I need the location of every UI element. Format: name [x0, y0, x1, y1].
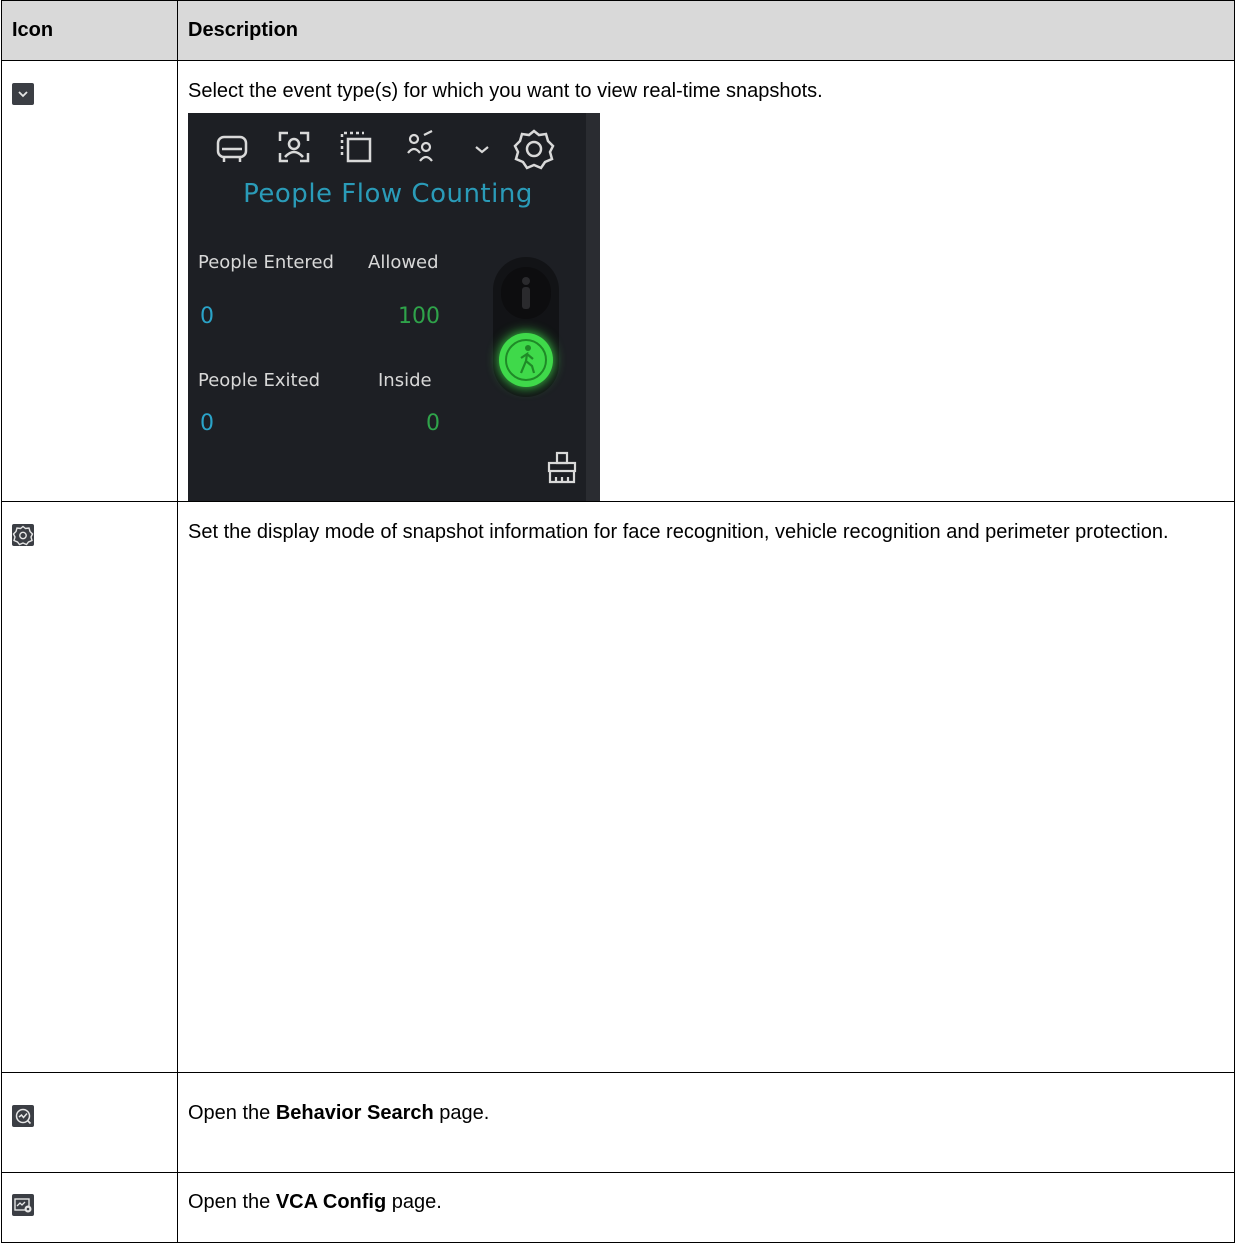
people-counting-icon[interactable]	[400, 127, 440, 167]
snapshot-toolbar	[212, 127, 572, 173]
behavior-search-link-text: Behavior Search	[275, 1102, 434, 1124]
allowed-label: Allowed	[368, 252, 439, 273]
table-header-row: Icon Description	[1, 0, 1235, 61]
description-cell: Open the Behavior Search page.	[177, 1072, 1235, 1173]
table-row: Select the event type(s) for which you w…	[1, 60, 1235, 502]
gear-icon	[12, 524, 34, 546]
table-row: Open the Behavior Search page.	[1, 1072, 1235, 1173]
row-description: Open the VCA Config page.	[188, 1191, 442, 1213]
perimeter-icon[interactable]	[336, 127, 376, 167]
table-row: Open the VCA Config page.	[1, 1172, 1235, 1243]
vca-config-icon	[12, 1194, 34, 1216]
row-description: Set the display mode of snapshot informa…	[188, 521, 1169, 543]
inside-label: Inside	[378, 370, 432, 391]
people-exited-label: People Exited	[198, 370, 321, 391]
snapshot-title: People Flow Counting	[243, 179, 533, 209]
chevron-down-icon[interactable]	[462, 127, 502, 167]
vehicle-icon[interactable]	[212, 127, 252, 167]
vca-config-link-text: VCA Config	[275, 1191, 387, 1213]
header-icon: Icon	[1, 0, 178, 61]
people-exited-value: 0	[200, 411, 214, 436]
traffic-light	[493, 257, 559, 397]
description-cell: Set the display mode of snapshot informa…	[177, 501, 1235, 1073]
description-cell: Select the event type(s) for which you w…	[177, 60, 1235, 502]
gear-icon[interactable]	[512, 127, 556, 171]
icon-cell	[1, 60, 178, 502]
icon-cell	[1, 1072, 178, 1173]
header-description: Description	[177, 0, 1235, 61]
people-entered-label: People Entered	[198, 252, 334, 273]
stop-light	[501, 267, 551, 319]
row-description: Select the event type(s) for which you w…	[188, 80, 823, 102]
behavior-search-icon	[12, 1105, 34, 1127]
description-cell: Open the VCA Config page.	[177, 1172, 1235, 1243]
icon-description-table: Icon Description Select the event type(s…	[1, 0, 1235, 1243]
table-row: Set the display mode of snapshot informa…	[1, 501, 1235, 1073]
allowed-value: 100	[398, 304, 440, 329]
go-light	[499, 333, 553, 387]
icon-cell	[1, 501, 178, 1073]
face-icon[interactable]	[274, 127, 314, 167]
inside-value: 0	[426, 411, 440, 436]
people-entered-value: 0	[200, 304, 214, 329]
chevron-down-icon	[12, 83, 34, 105]
row-description: Open the Behavior Search page.	[188, 1102, 490, 1124]
snapshot-panel: People Flow Counting People Entered Allo…	[188, 113, 600, 501]
clear-brush-icon[interactable]	[546, 451, 578, 485]
panel-edge	[586, 113, 600, 501]
icon-cell	[1, 1172, 178, 1243]
